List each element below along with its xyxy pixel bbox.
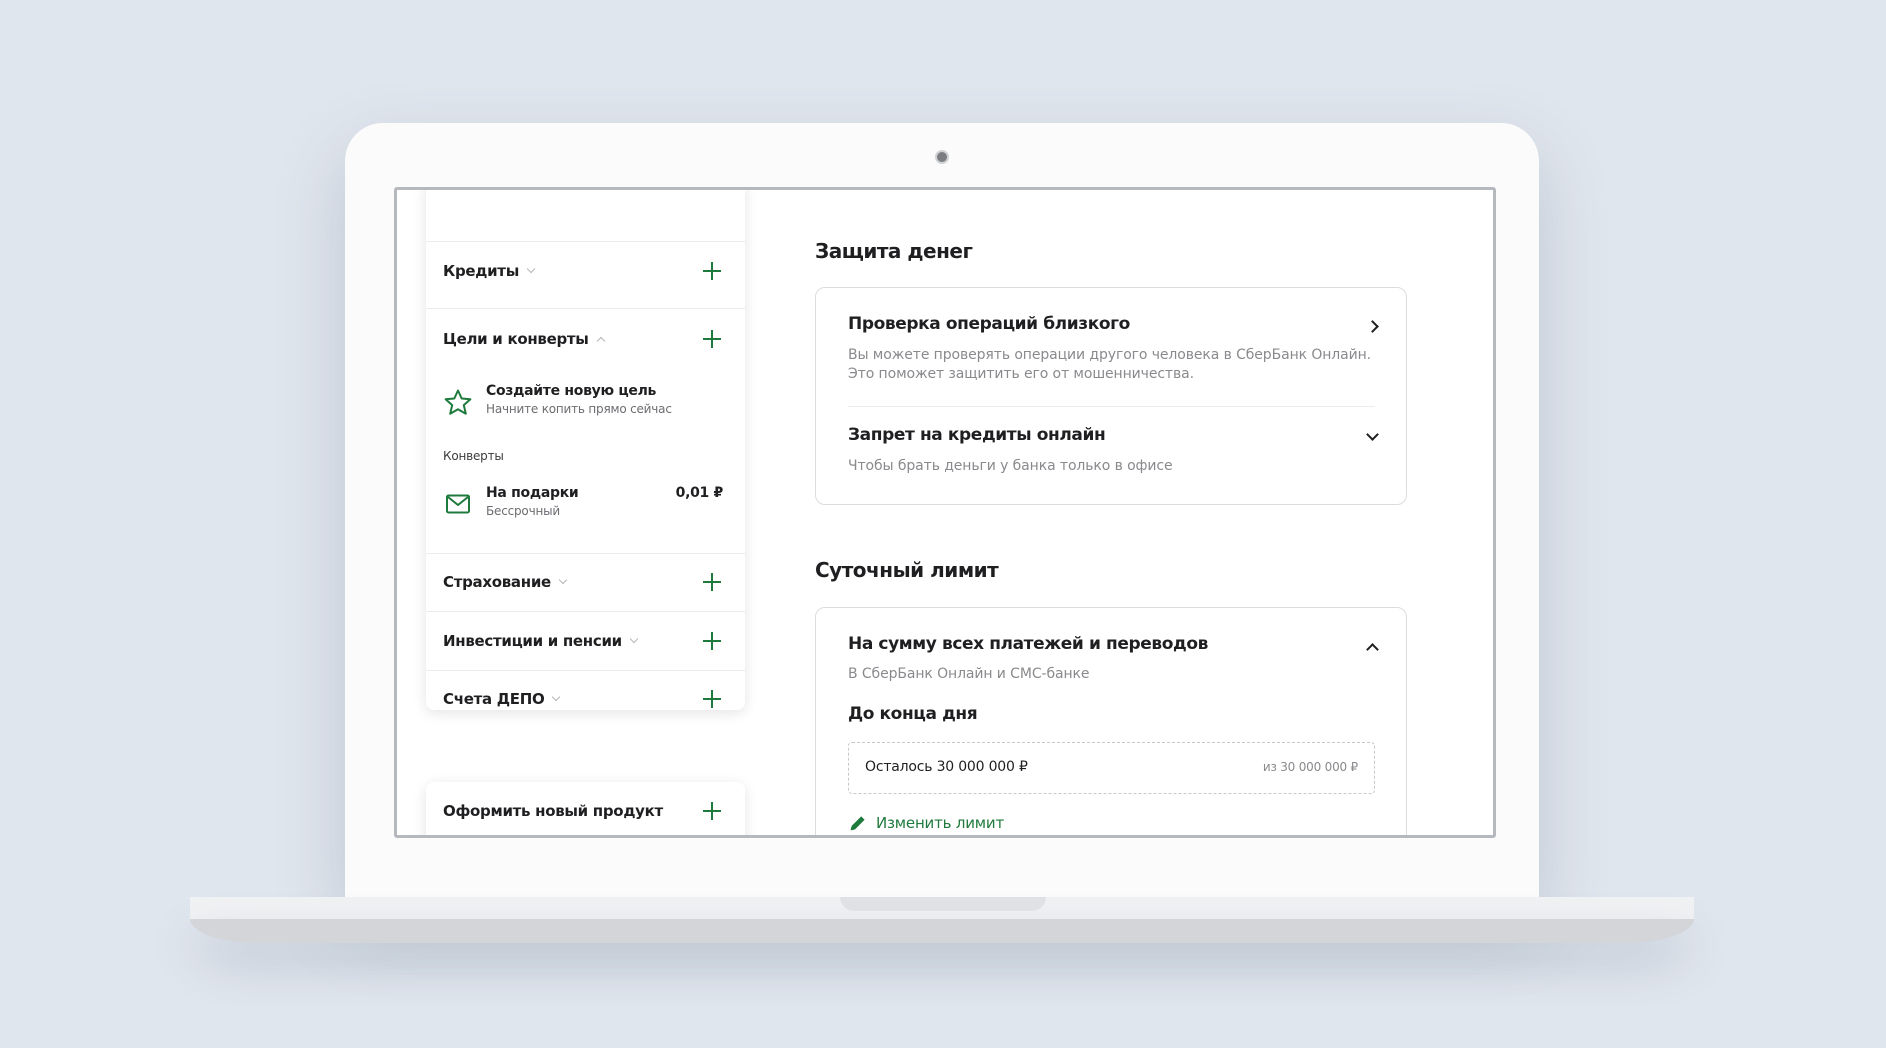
products-card-extension: Кредиты Цели и конверты Создайте новую ц… bbox=[426, 190, 745, 710]
limit-remaining-field: Осталось 30 000 000 ₽ из 30 000 000 ₽ bbox=[848, 742, 1375, 794]
app-screen: Кредиты Цели и конверты Создайте новую ц… bbox=[394, 187, 1496, 838]
limit-remaining: Осталось 30 000 000 ₽ bbox=[865, 759, 1028, 775]
star-icon bbox=[444, 389, 472, 415]
new-goal-title: Создайте новую цель bbox=[486, 383, 657, 399]
add-investment-button[interactable] bbox=[703, 632, 721, 650]
chevron-down-icon bbox=[552, 692, 561, 702]
section-investments[interactable]: Инвестиции и пенсии bbox=[443, 626, 639, 656]
section-credits-label: Кредиты bbox=[443, 262, 519, 280]
section-goals-label: Цели и конверты bbox=[443, 330, 589, 348]
new-product-label: Оформить новый продукт bbox=[443, 802, 663, 820]
daily-limit-title: На сумму всех платежей и переводов bbox=[848, 634, 1208, 654]
section-depo[interactable]: Счета ДЕПО bbox=[443, 684, 561, 714]
divider bbox=[426, 308, 745, 309]
section-insurance-label: Страхование bbox=[443, 573, 551, 591]
divider bbox=[426, 611, 745, 612]
divider bbox=[426, 670, 745, 671]
edit-limit-link[interactable]: Изменить лимит bbox=[848, 813, 1004, 833]
new-goal-subtitle: Начните копить прямо сейчас bbox=[486, 402, 672, 416]
relative-check-title: Проверка операций близкого bbox=[848, 314, 1130, 334]
daily-limit-heading: Суточный лимит bbox=[815, 558, 999, 582]
credit-ban-title: Запрет на кредиты онлайн bbox=[848, 425, 1106, 445]
add-depo-button[interactable] bbox=[703, 690, 721, 708]
protection-heading: Защита денег bbox=[815, 239, 973, 263]
section-investments-label: Инвестиции и пенсии bbox=[443, 632, 622, 650]
limit-total: из 30 000 000 ₽ bbox=[1262, 760, 1358, 774]
edit-limit-label: Изменить лимит bbox=[876, 814, 1004, 832]
envelope-title: На подарки bbox=[486, 485, 579, 501]
section-depo-label: Счета ДЕПО bbox=[443, 690, 545, 708]
pencil-icon bbox=[850, 816, 865, 831]
laptop-base-edge bbox=[190, 919, 1694, 943]
add-new-product-button[interactable] bbox=[703, 802, 721, 820]
daily-limit-box: На сумму всех платежей и переводов В Сбе… bbox=[815, 607, 1407, 835]
relative-check-description: Вы можете проверять операции другого чел… bbox=[848, 347, 1372, 382]
new-product-card[interactable]: Оформить новый продукт bbox=[426, 782, 745, 835]
envelope-icon bbox=[446, 494, 470, 514]
add-goal-button[interactable] bbox=[703, 330, 721, 348]
section-credits[interactable]: Кредиты bbox=[443, 256, 536, 286]
chevron-down-icon bbox=[629, 634, 639, 644]
add-insurance-button[interactable] bbox=[703, 573, 721, 591]
add-credit-button[interactable] bbox=[703, 262, 721, 280]
divider bbox=[848, 406, 1375, 407]
envelopes-label: Конверты bbox=[443, 449, 504, 463]
laptop-hinge-notch bbox=[840, 897, 1046, 911]
chevron-down-icon bbox=[1366, 428, 1379, 441]
daily-limit-subtitle: В СберБанк Онлайн и СМС-банке bbox=[848, 666, 1090, 682]
chevron-up-icon bbox=[596, 336, 605, 346]
protection-box: Проверка операций близкого Вы можете про… bbox=[815, 287, 1407, 505]
section-goals[interactable]: Цели и конверты bbox=[443, 324, 605, 354]
envelope-amount: 0,01 ₽ bbox=[675, 485, 724, 501]
divider bbox=[426, 553, 745, 554]
chevron-right-icon bbox=[1366, 320, 1379, 333]
camera-icon bbox=[935, 150, 949, 164]
chevron-down-icon bbox=[526, 264, 536, 274]
envelope-subtitle: Бессрочный bbox=[486, 504, 560, 518]
chevron-down-icon bbox=[558, 575, 568, 585]
divider bbox=[426, 241, 745, 242]
limit-period-label: До конца дня bbox=[848, 704, 978, 724]
credit-ban-description: Чтобы брать деньги у банка только в офис… bbox=[848, 458, 1173, 474]
section-insurance[interactable]: Страхование bbox=[443, 567, 568, 597]
chevron-up-icon bbox=[1366, 643, 1379, 656]
